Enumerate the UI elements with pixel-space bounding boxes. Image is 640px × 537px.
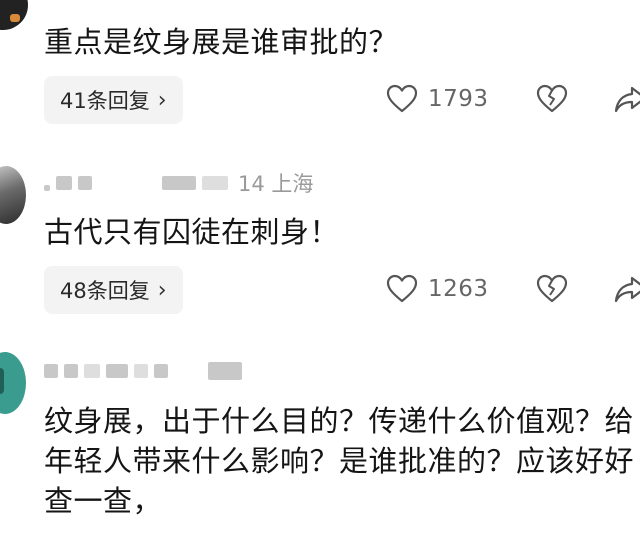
user-avatar[interactable] xyxy=(0,0,28,30)
redacted-username xyxy=(84,364,100,378)
user-avatar[interactable] xyxy=(0,352,26,414)
dislike-button[interactable] xyxy=(536,274,568,304)
share-arrow-icon xyxy=(614,84,640,114)
heart-icon xyxy=(386,84,418,114)
reply-count-label: 48条回复 xyxy=(60,279,150,303)
redacted-username xyxy=(44,185,50,191)
comment-text: 纹身展，出于什么目的？传递什么价值观？给年轻人带来什么影响？是谁批准的？应该好好… xyxy=(44,404,635,518)
broken-heart-icon xyxy=(536,274,568,304)
user-avatar[interactable] xyxy=(0,166,26,224)
redacted-username xyxy=(154,364,168,378)
redacted-username xyxy=(56,176,72,190)
redacted-username xyxy=(64,364,78,378)
comment-time-location: 14 上海 xyxy=(238,172,314,196)
redacted-username xyxy=(78,176,92,190)
redacted-username xyxy=(44,364,58,378)
comment-meta xyxy=(44,360,248,382)
reply-count-label: 41条回复 xyxy=(60,89,150,113)
redacted-username xyxy=(134,364,148,378)
view-replies-button[interactable]: 41条回复 › xyxy=(44,76,183,124)
redacted-timestamp xyxy=(202,176,228,190)
share-button[interactable] xyxy=(614,274,640,304)
broken-heart-icon xyxy=(536,84,568,114)
share-arrow-icon xyxy=(614,274,640,304)
comment-text: 古代只有囚徒在刺身！ xyxy=(44,215,340,249)
view-replies-button[interactable]: 48条回复 › xyxy=(44,266,183,314)
like-button[interactable]: 1793 xyxy=(386,84,489,114)
comment-meta: 14 上海 xyxy=(44,172,313,196)
like-count: 1793 xyxy=(428,86,489,112)
redacted-username xyxy=(106,364,128,378)
like-count: 1263 xyxy=(428,276,489,302)
comment-text: 重点是纹身展是谁审批的？ xyxy=(44,25,399,59)
redacted-username xyxy=(162,176,196,190)
chevron-right-icon: › xyxy=(157,277,167,303)
like-button[interactable]: 1263 xyxy=(386,274,489,304)
chevron-right-icon: › xyxy=(157,87,167,113)
heart-icon xyxy=(386,274,418,304)
dislike-button[interactable] xyxy=(536,84,568,114)
share-button[interactable] xyxy=(614,84,640,114)
redacted-timestamp xyxy=(208,362,242,380)
